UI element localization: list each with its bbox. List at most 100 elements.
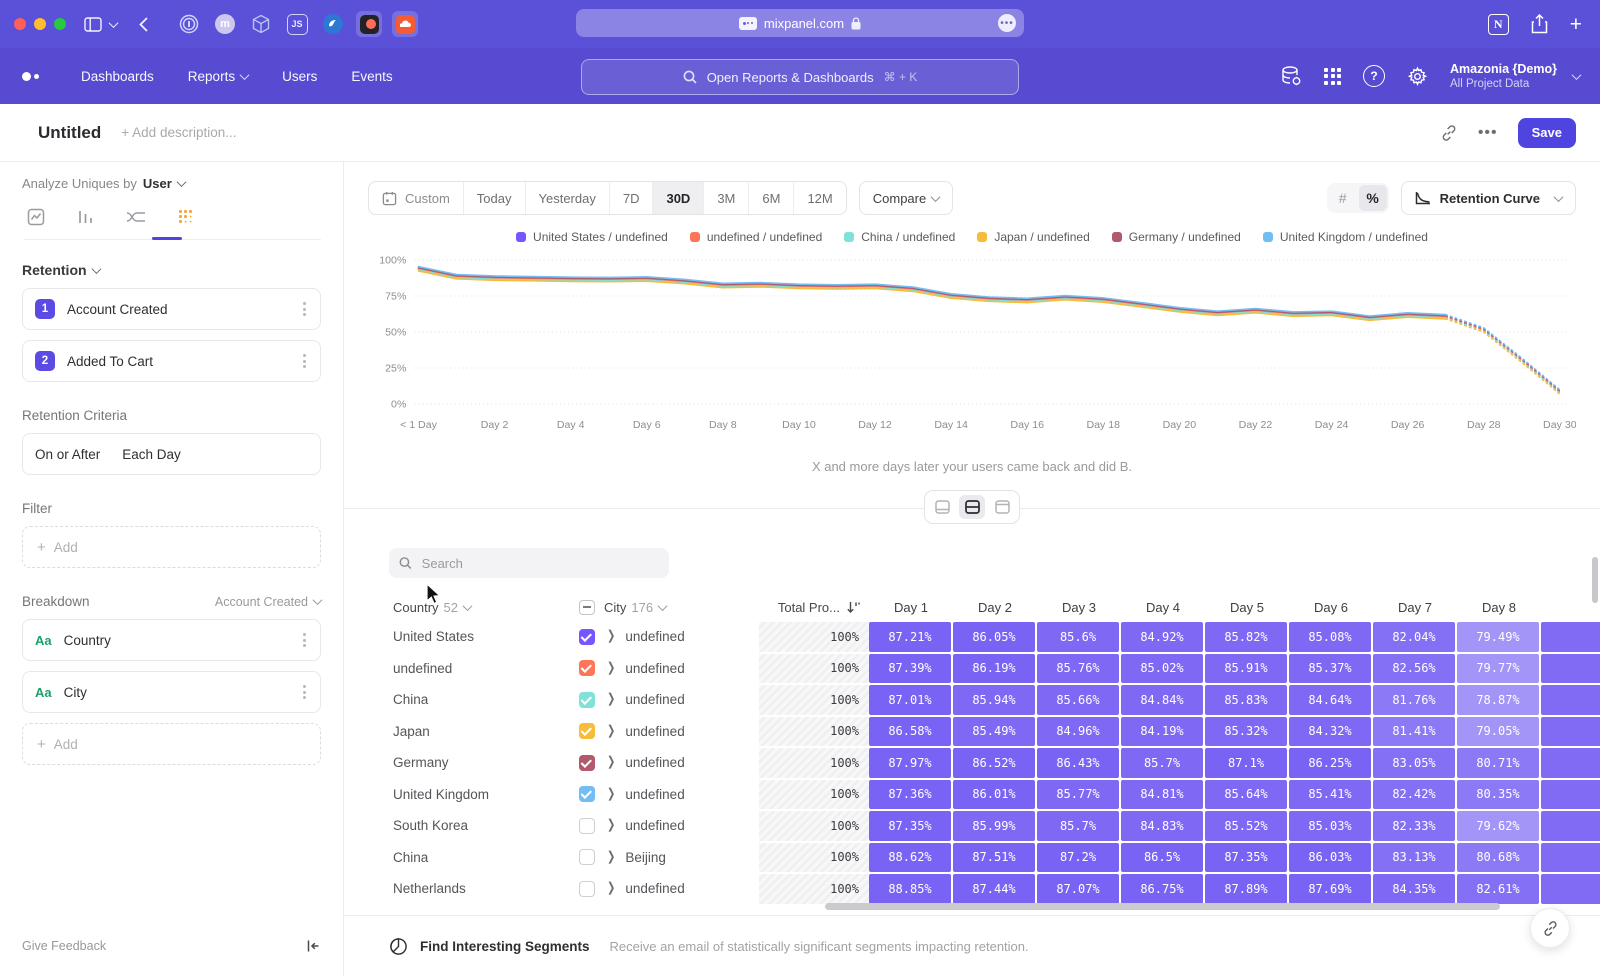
row-checkbox[interactable]	[579, 660, 595, 676]
cell-day-2[interactable]: 87.44%	[953, 874, 1035, 904]
cell-day-1[interactable]: 88.85%	[869, 874, 951, 904]
cell-day-4[interactable]: 84.84%	[1121, 685, 1203, 715]
cell-day-6[interactable]: 86.03%	[1289, 843, 1371, 873]
browser-sidebar-icon[interactable]	[84, 17, 102, 32]
cell-day-4[interactable]: 86.75%	[1121, 874, 1203, 904]
row-checkbox[interactable]	[579, 629, 595, 645]
expand-chevron-icon[interactable]: ❯	[607, 882, 615, 896]
legend-item-japan-undefined[interactable]: Japan / undefined	[977, 230, 1089, 244]
cell-day-7[interactable]: 82.42%	[1373, 780, 1455, 810]
cell-day-5[interactable]: 85.52%	[1205, 811, 1287, 841]
notion-extension-icon[interactable]: N	[1488, 14, 1509, 35]
onepassword-favicon[interactable]	[176, 11, 202, 37]
horizontal-scrollbar[interactable]	[825, 903, 1500, 910]
range-today[interactable]: Today	[464, 182, 526, 214]
address-bar[interactable]: mixpanel.com •••	[576, 9, 1024, 37]
cell-day-4[interactable]: 85.7%	[1121, 748, 1203, 778]
cell-day-7[interactable]: 83.05%	[1373, 748, 1455, 778]
cell-day-6[interactable]: 84.64%	[1289, 685, 1371, 715]
row-checkbox[interactable]	[579, 881, 595, 897]
tab-overview-chevron-icon[interactable]	[110, 21, 117, 28]
cell-day-1[interactable]: 87.21%	[869, 622, 951, 652]
cell-day-7[interactable]: 82.04%	[1373, 622, 1455, 652]
m-circle-favicon[interactable]: m	[212, 11, 238, 37]
unit-percent-button[interactable]: %	[1359, 185, 1387, 211]
legend-item-united-kingdom-undefined[interactable]: United Kingdom / undefined	[1263, 230, 1428, 244]
cell-day-5[interactable]: 87.35%	[1205, 843, 1287, 873]
cell-day-6[interactable]: 84.32%	[1289, 717, 1371, 747]
cell-day-3[interactable]: 84.96%	[1037, 717, 1119, 747]
view-table-only-button[interactable]	[989, 495, 1015, 519]
legend-item-china-undefined[interactable]: China / undefined	[844, 230, 955, 244]
cell-day-3[interactable]: 87.07%	[1037, 874, 1119, 904]
cell-day-8[interactable]: 79.77%	[1457, 654, 1539, 684]
analyze-entity-dropdown[interactable]: User	[143, 176, 185, 191]
js-favicon[interactable]: JS	[284, 11, 310, 37]
expand-chevron-icon[interactable]: ❯	[607, 819, 615, 833]
row-checkbox[interactable]	[579, 755, 595, 771]
cell-day-6[interactable]: 86.25%	[1289, 748, 1371, 778]
cell-day-1[interactable]: 86.58%	[869, 717, 951, 747]
view-split-button[interactable]	[959, 495, 985, 519]
cell-day-7[interactable]: 84.35%	[1373, 874, 1455, 904]
range-6m[interactable]: 6M	[749, 182, 794, 214]
compare-button[interactable]: Compare	[859, 181, 953, 215]
cell-day-2[interactable]: 87.51%	[953, 843, 1035, 873]
bird-favicon[interactable]	[320, 11, 346, 37]
criteria-operator[interactable]: On or After	[35, 447, 100, 462]
retention-section-header[interactable]: Retention	[22, 262, 321, 278]
cell-day-7[interactable]: 82.56%	[1373, 654, 1455, 684]
add-description-button[interactable]: + Add description...	[121, 125, 236, 140]
cell-day-8[interactable]: 80.35%	[1457, 780, 1539, 810]
cell-day-2[interactable]: 86.52%	[953, 748, 1035, 778]
cell-day-1[interactable]: 87.36%	[869, 780, 951, 810]
cell-day-2[interactable]: 86.01%	[953, 780, 1035, 810]
expand-chevron-icon[interactable]: ❯	[607, 756, 615, 770]
view-chart-only-button[interactable]	[929, 495, 955, 519]
unit-number-button[interactable]: #	[1329, 185, 1357, 211]
retention-step-account-created[interactable]: 1Account Created	[22, 288, 321, 330]
nav-item-events[interactable]: Events	[351, 69, 392, 84]
cell-day-1[interactable]: 87.01%	[869, 685, 951, 715]
cell-day-5[interactable]: 85.64%	[1205, 780, 1287, 810]
expand-chevron-icon[interactable]: ❯	[607, 661, 615, 675]
cell-day-3[interactable]: 87.2%	[1037, 843, 1119, 873]
report-title[interactable]: Untitled	[38, 123, 101, 143]
retention-chart[interactable]: 0%25%50%75%100%< 1 DayDay 2Day 4Day 6Day…	[368, 252, 1576, 452]
nav-item-reports[interactable]: Reports	[188, 69, 248, 84]
breakdown-country[interactable]: AaCountry	[22, 619, 321, 661]
cell-day-4[interactable]: 84.83%	[1121, 811, 1203, 841]
column-header-day-7[interactable]: Day 7	[1373, 600, 1457, 615]
share-link-fab[interactable]	[1530, 908, 1570, 948]
column-header-day-6[interactable]: Day 6	[1289, 600, 1373, 615]
cell-day-4[interactable]: 84.19%	[1121, 717, 1203, 747]
row-checkbox[interactable]	[579, 692, 595, 708]
global-search-button[interactable]: Open Reports & Dashboards ⌘ + K	[581, 59, 1019, 95]
retention-criteria-card[interactable]: On or After Each Day	[22, 433, 321, 475]
cell-day-3[interactable]: 85.6%	[1037, 622, 1119, 652]
cell-day-4[interactable]: 84.81%	[1121, 780, 1203, 810]
breakdown-menu-icon[interactable]	[299, 681, 310, 703]
legend-item-united-states-undefined[interactable]: United States / undefined	[516, 230, 668, 244]
cell-day-3[interactable]: 86.43%	[1037, 748, 1119, 778]
cell-day-6[interactable]: 85.03%	[1289, 811, 1371, 841]
column-header-day-4[interactable]: Day 4	[1121, 600, 1205, 615]
cell-day-1[interactable]: 88.62%	[869, 843, 951, 873]
cell-day-6[interactable]: 85.08%	[1289, 622, 1371, 652]
expand-chevron-icon[interactable]: ❯	[607, 630, 615, 644]
patreon-favicon[interactable]	[356, 11, 382, 37]
cell-day-3[interactable]: 85.66%	[1037, 685, 1119, 715]
row-checkbox[interactable]	[579, 818, 595, 834]
breakdown-city[interactable]: AaCity	[22, 671, 321, 713]
back-icon[interactable]	[139, 17, 148, 32]
cell-day-1[interactable]: 87.35%	[869, 811, 951, 841]
nav-item-dashboards[interactable]: Dashboards	[81, 69, 154, 84]
cell-day-3[interactable]: 85.76%	[1037, 654, 1119, 684]
column-header-day-5[interactable]: Day 5	[1205, 600, 1289, 615]
select-all-checkbox[interactable]	[579, 600, 595, 615]
find-segments-link[interactable]: Find Interesting Segments	[420, 939, 590, 954]
chart-type-dropdown[interactable]: Retention Curve	[1401, 181, 1576, 215]
cell-day-7[interactable]: 81.41%	[1373, 717, 1455, 747]
row-checkbox[interactable]	[579, 786, 595, 802]
expand-chevron-icon[interactable]: ❯	[607, 850, 615, 864]
